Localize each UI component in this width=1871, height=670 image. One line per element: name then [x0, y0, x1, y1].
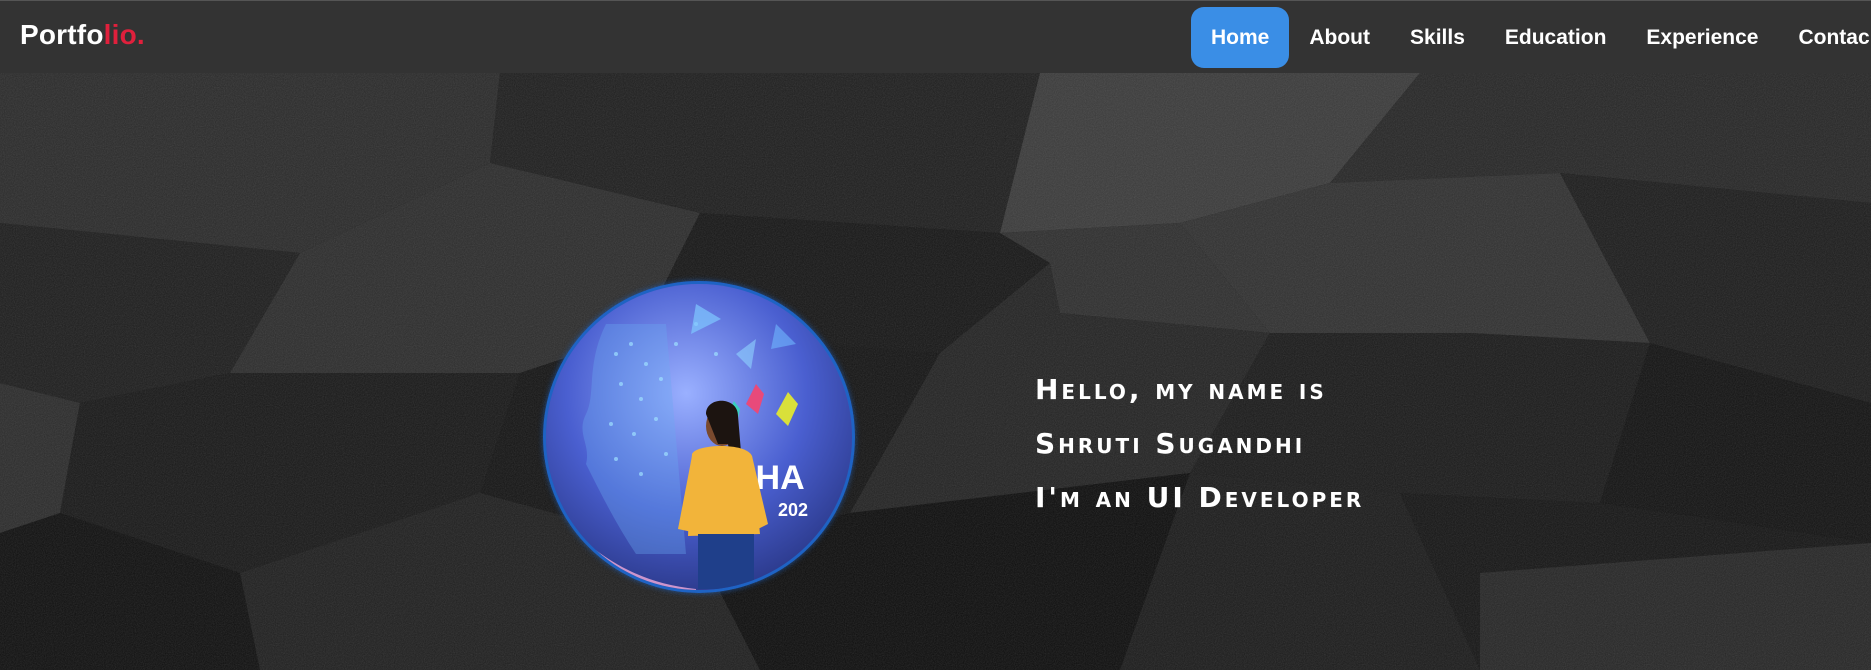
brand-main: Portfo	[20, 19, 104, 50]
nav-skills[interactable]: Skills	[1390, 7, 1485, 68]
greeting-line: Hello, my name is	[1035, 373, 1327, 406]
brand-accent: lio.	[103, 19, 145, 50]
nav-education[interactable]: Education	[1485, 7, 1627, 68]
profile-photo: DHA 202	[543, 281, 855, 593]
brand-logo[interactable]: Portfolio.	[20, 19, 145, 51]
name-line: Shruti Sugandhi	[1035, 427, 1306, 460]
polygon-background	[0, 73, 1871, 670]
page: Portfolio. Home About Skills Education E…	[0, 0, 1871, 670]
role-line: I'm an UI Developer	[1035, 481, 1365, 514]
navbar: Portfolio. Home About Skills Education E…	[0, 0, 1871, 73]
nav-about[interactable]: About	[1289, 7, 1390, 68]
svg-text:202: 202	[778, 500, 808, 520]
nav-contact[interactable]: Contac	[1778, 7, 1871, 68]
nav-home[interactable]: Home	[1191, 7, 1290, 68]
hero-section: DHA 202 Hello, my name is Shruti Sugandh…	[0, 73, 1871, 670]
intro-text: Hello, my name is Shruti Sugandhi I'm an…	[1035, 363, 1364, 525]
nav-experience[interactable]: Experience	[1626, 7, 1778, 68]
profile-photo-illustration: DHA 202	[546, 284, 852, 590]
nav-links: Home About Skills Education Experience C…	[1191, 7, 1871, 68]
